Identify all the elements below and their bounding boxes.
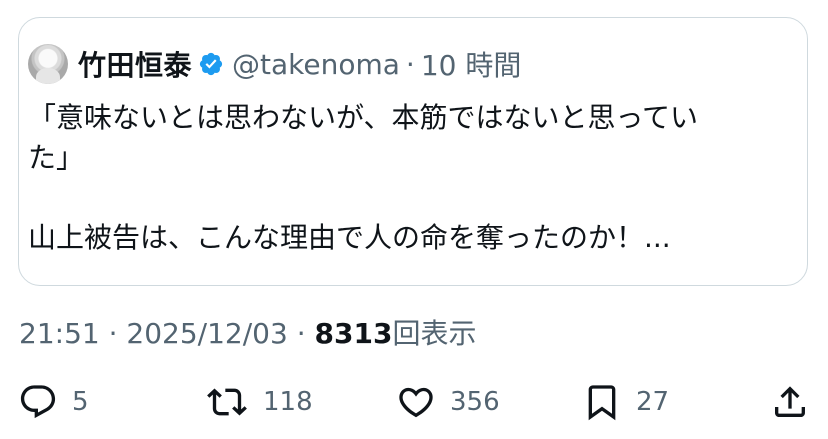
bookmark-icon <box>588 385 616 421</box>
bookmark-count: 27 <box>636 387 670 417</box>
like-icon <box>399 387 433 418</box>
reply-button[interactable]: 5 <box>18 380 89 424</box>
retweet-count: 118 <box>263 387 313 417</box>
quoted-text-line: 「意味ないとは思わないが、本筋ではないと思ってい <box>28 101 699 134</box>
author-avatar[interactable] <box>28 44 68 84</box>
verified-badge-icon[interactable] <box>198 51 224 77</box>
author-handle[interactable]: @takenoma <box>232 48 400 81</box>
like-button[interactable]: 356 <box>396 380 500 424</box>
bookmark-button[interactable]: 27 <box>582 380 669 424</box>
share-button[interactable] <box>770 380 810 424</box>
quoted-text-line: 山上被告は、こんな理由で人の命を奪ったのか！... <box>28 221 671 254</box>
tweet-meta: 21:51 · 2025/12/03 · 8313回表示 <box>19 312 476 352</box>
meta-separator: · <box>108 317 118 350</box>
separator-dot: · <box>405 47 415 81</box>
reply-icon <box>20 385 56 419</box>
reply-count: 5 <box>72 387 89 417</box>
action-bar: 5 118 356 27 <box>0 380 828 424</box>
retweet-icon <box>207 388 247 416</box>
share-icon <box>775 386 805 417</box>
quoted-text-line: た」 <box>28 141 85 174</box>
author-name[interactable]: 竹田恒泰 <box>78 44 192 84</box>
quoted-tweet-header: 竹田恒泰 @takenoma · 10 時間 <box>28 44 521 84</box>
post-time[interactable]: 21:51 <box>19 317 100 350</box>
meta-separator: · <box>296 317 306 350</box>
retweet-button[interactable]: 118 <box>205 380 313 424</box>
time-ago[interactable]: 10 時間 <box>421 44 522 84</box>
post-date[interactable]: 2025/12/03 <box>126 317 287 350</box>
like-count: 356 <box>450 387 500 417</box>
quoted-tweet-text: 「意味ないとは思わないが、本筋ではないと思ってい た」山上被告は、こんな理由で人の… <box>28 98 780 258</box>
views-label: 回表示 <box>392 317 477 350</box>
views-count: 8313 <box>314 317 393 350</box>
